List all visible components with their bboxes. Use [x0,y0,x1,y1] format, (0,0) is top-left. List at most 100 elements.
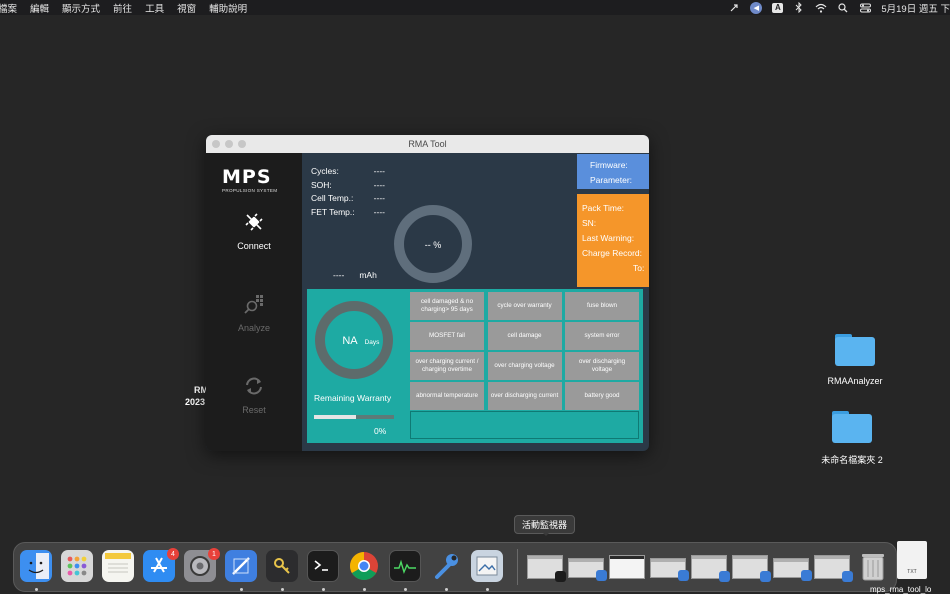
menu-view[interactable]: 顯示方式 [62,1,100,15]
control-center-icon[interactable] [859,2,871,13]
stat-value: ---- [373,193,385,203]
connect-button[interactable]: Connect [206,211,302,251]
warranty-unit: Days [365,339,381,346]
menu-go[interactable]: 前往 [113,1,132,15]
pack-info-label: Last Warning: [582,233,635,243]
desktop-partial-label: RM 2023 [185,384,208,408]
activity-monitor-icon[interactable] [389,550,421,582]
plug-icon [245,213,263,231]
folder-label-rmaanalyzer[interactable]: RMAAnalyzer [800,376,910,386]
txt-file-name[interactable]: mps_rma_tool_lo [870,585,931,594]
finder-icon[interactable] [20,550,52,582]
status-cell: abnormal temperature [410,382,484,410]
running-indicator [281,588,284,591]
dock-separator [517,549,518,585]
zoom-button[interactable] [238,140,246,148]
firmware-box: Firmware:---- Parameter:---- [577,154,649,189]
stat-label: Cycles: [311,166,339,176]
pack-info-label: To: [633,263,645,273]
file-type-label: TXT [907,569,917,575]
window-titlebar[interactable]: RMA Tool [206,135,649,153]
stat-label: SOH: [311,179,332,190]
analyze-button[interactable]: Analyze [206,293,302,333]
capacity-donut: -- % [394,205,472,283]
utility-wrench-icon[interactable] [430,550,462,582]
minimized-window-thumb[interactable] [527,555,566,582]
status-cell: MOSFET fail [410,322,484,350]
status-cell: over discharging current [487,382,562,410]
stat-row-soh: SOH: ---- [311,179,385,193]
running-indicator [363,588,366,591]
status-grid: cell damaged & no charging> 95 days cycl… [410,292,639,410]
mps-logo: MPS PROPULSION SYSTEM [222,167,284,193]
minimized-window-thumb[interactable] [814,555,853,582]
status-cell: system error [565,322,639,350]
sn-row: SN:---- [582,216,649,231]
folder-icon[interactable] [835,334,875,366]
chrome-icon[interactable] [348,550,380,582]
running-indicator [486,588,489,591]
xcode-icon[interactable] [225,550,257,582]
battery-info-panel: Cycles: ---- SOH: ---- Cell Temp.: ---- FET… [302,153,649,287]
capacity-readout: ---- mAh [333,270,377,280]
search-icon[interactable] [837,2,849,13]
minimized-window-thumb[interactable] [568,558,607,581]
pack-time-row: Pack Time:---- [582,201,649,216]
stat-row-cell-temp: Cell Temp.: ---- [311,192,385,206]
minimized-window-thumb[interactable] [609,555,645,579]
minimized-window-thumb[interactable] [650,558,689,581]
pack-info-label: Pack Time: [582,203,625,213]
terminal-icon[interactable] [307,550,339,582]
analyze-label: Analyze [237,323,271,333]
menu-window[interactable]: 視窗 [177,1,196,15]
wifi-icon[interactable] [815,2,827,13]
status-cell: over charging voltage [487,352,562,380]
minimized-window-thumb[interactable] [732,555,771,582]
traffic-lights [212,140,246,148]
status-cell: over discharging voltage [565,352,639,380]
stat-value: ---- [373,179,385,190]
minimized-window-thumb[interactable] [691,555,730,582]
settings-badge: 1 [208,548,220,560]
menu-clock[interactable]: 5月19日 週五 下 [881,1,950,15]
running-indicator [35,588,38,591]
folder-icon[interactable] [832,411,872,443]
menu-edit[interactable]: 編輯 [30,1,49,15]
reset-button[interactable]: Reset [206,375,302,415]
menu-file[interactable]: 檔案 [0,1,17,15]
app-store-badge: 4 [167,548,179,560]
menu-items: 檔案 編輯 顯示方式 前往 工具 視窗 輔助說明 [0,1,247,15]
desktop-partial-label-line2: 2023 [185,397,206,407]
menu-help[interactable]: 輔助說明 [209,1,247,15]
warranty-panel: NA Days Remaining Warranty 0% cell damag… [307,289,643,443]
firmware-label: Firmware: [590,160,628,170]
input-source-icon[interactable]: A [772,2,784,13]
status-cell: cell damage [487,322,562,350]
warranty-progress-bar [314,415,394,419]
capacity-percent-text: -- % [425,240,442,250]
txt-file-icon[interactable]: TXT [897,541,927,579]
screen-share-icon[interactable]: ◀ [750,1,763,14]
folder-label-untitled[interactable]: 未命名檔案夾 2 [797,453,907,466]
result-message-box [410,411,639,439]
running-indicator [240,588,243,591]
stat-row-cycles: Cycles: ---- [311,165,385,179]
running-indicator [404,588,407,591]
menu-tools[interactable]: 工具 [145,1,164,15]
desktop-partial-label-line1: RM [194,385,208,395]
status-cell: cycle over warranty [487,292,562,320]
minimized-window-thumb[interactable] [773,558,812,581]
menu-bar: 檔案 編輯 顯示方式 前往 工具 視窗 輔助說明 ◀ A 5月19日 週五 下 [0,0,950,15]
keychain-icon[interactable] [266,550,298,582]
bluetooth-icon[interactable] [793,2,805,13]
status-cell: fuse blown [565,292,639,320]
preview-icon[interactable] [471,550,503,582]
trash-icon[interactable] [857,550,889,582]
minimize-button[interactable] [225,140,233,148]
sidebar: MPS PROPULSION SYSTEM Connect Analyze Re… [206,153,302,451]
notes-icon[interactable] [102,550,134,582]
pack-info-box: Pack Time:---- SN:---- Last Warning:----… [577,194,649,287]
link-icon[interactable] [728,2,740,13]
close-button[interactable] [212,140,220,148]
launchpad-icon[interactable] [61,550,93,582]
